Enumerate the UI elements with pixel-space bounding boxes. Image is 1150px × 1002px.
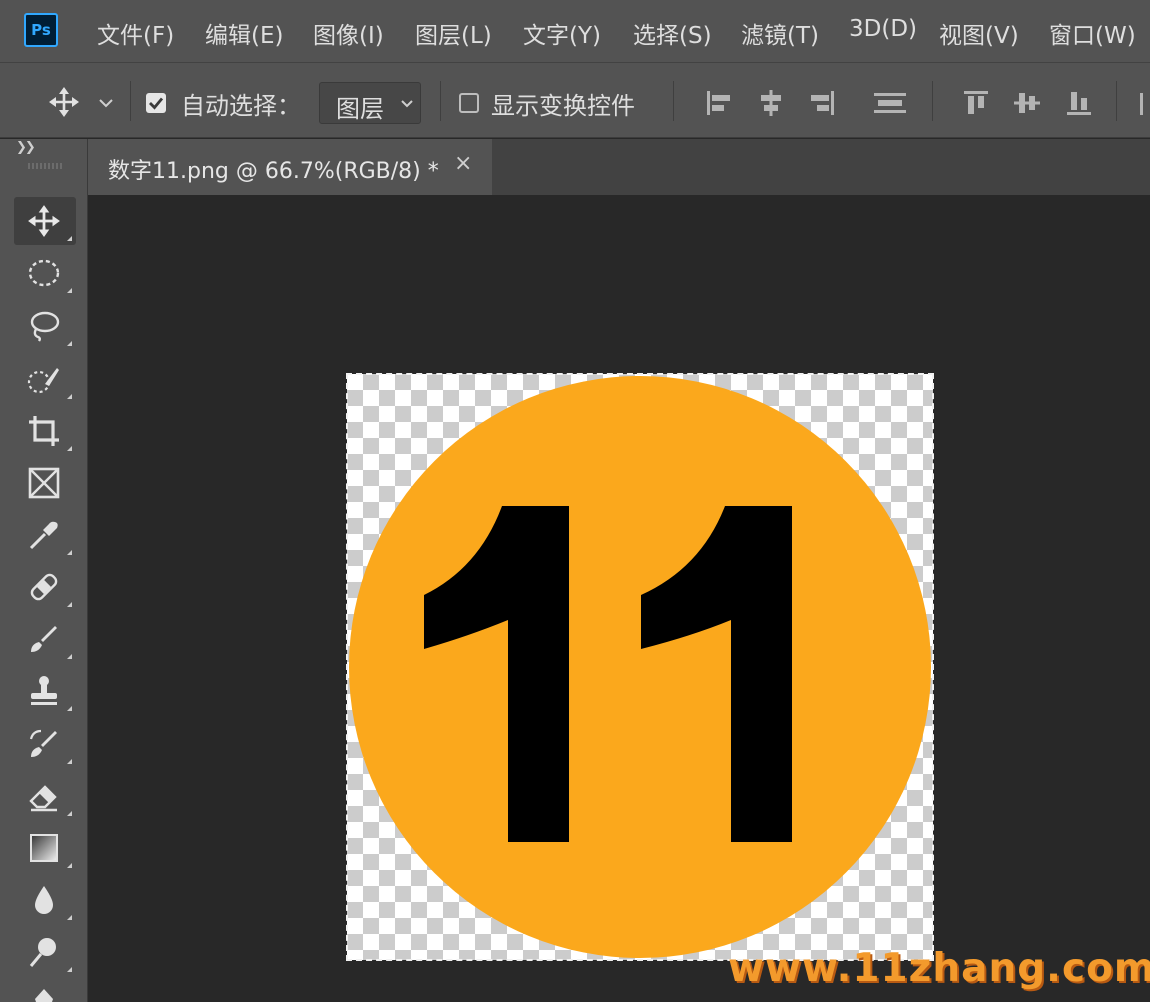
pen-icon (35, 989, 53, 1002)
divider (673, 81, 674, 121)
crop-tool[interactable] (14, 407, 76, 455)
divider (1116, 81, 1117, 121)
quick-selection-icon (27, 368, 59, 394)
auto-select-checkbox[interactable] (146, 93, 166, 113)
menu-select[interactable]: 选择(S) (633, 16, 712, 50)
auto-select-target-dropdown[interactable]: 图层 (319, 82, 421, 124)
number-eleven-graphic: 11 (424, 506, 792, 842)
tool-group-indicator (67, 759, 72, 764)
marquee-tool[interactable] (14, 249, 76, 297)
tools-panel: ❯❯ (0, 139, 88, 1002)
tool-group-indicator (67, 602, 72, 607)
menu-edit[interactable]: 编辑(E) (205, 16, 283, 50)
menu-view[interactable]: 视图(V) (939, 16, 1019, 50)
divider (932, 81, 933, 121)
document-tab[interactable]: 数字11.png @ 66.7%(RGB/8) * × (88, 139, 492, 195)
options-bar: 自动选择： 图层 显示变换控件 (0, 62, 1150, 138)
tool-group-indicator (67, 236, 72, 241)
align-right-icon[interactable] (808, 89, 836, 117)
tool-group-indicator (67, 863, 72, 868)
document-tab-title: 数字11.png @ 66.7%(RGB/8) * (108, 159, 439, 184)
pen-tool[interactable] (14, 980, 76, 1002)
eraser-tool[interactable] (14, 772, 76, 820)
distribute-icon[interactable] (873, 89, 907, 117)
transform-controls-checkbox[interactable] (459, 93, 479, 113)
stamp-icon (31, 676, 57, 705)
close-icon[interactable]: × (454, 151, 472, 176)
lasso-tool[interactable] (14, 302, 76, 350)
eyedropper-tool[interactable] (14, 511, 76, 559)
eraser-icon (29, 785, 57, 812)
tool-group-indicator (67, 706, 72, 711)
clone-stamp-tool[interactable] (14, 667, 76, 715)
history-brush-icon (29, 729, 57, 757)
dropdown-value: 图层 (336, 95, 384, 123)
quick-selection-tool[interactable] (14, 355, 76, 403)
align-horizontal-center-icon[interactable] (757, 89, 785, 117)
menu-bar: Ps 文件(F) 编辑(E) 图像(I) 图层(L) 文字(Y) 选择(S) 滤… (0, 0, 1150, 62)
tool-group-indicator (67, 654, 72, 659)
gradient-tool[interactable] (14, 824, 76, 872)
align-bottom-icon[interactable] (1065, 89, 1093, 117)
dodge-icon (29, 938, 56, 967)
align-vertical-center-icon[interactable] (1013, 89, 1041, 117)
tool-group-indicator (67, 915, 72, 920)
dodge-tool[interactable] (14, 928, 76, 976)
align-left-icon[interactable] (705, 89, 733, 117)
divider (130, 81, 131, 121)
move-tool[interactable] (14, 197, 76, 245)
healing-brush-tool[interactable] (14, 563, 76, 611)
tool-group-indicator (67, 341, 72, 346)
tool-group-indicator (67, 967, 72, 972)
history-brush-tool[interactable] (14, 720, 76, 768)
watermark-text: www.11zhang.com (728, 946, 1150, 991)
brush-icon (31, 626, 57, 652)
tool-group-indicator (67, 288, 72, 293)
align-top-icon[interactable] (962, 89, 990, 117)
menu-window[interactable]: 窗口(W) (1049, 16, 1136, 50)
collapse-panel-icon[interactable]: ❯❯ (16, 140, 36, 155)
lasso-icon (30, 311, 60, 342)
tool-group-indicator (67, 811, 72, 816)
tool-group-indicator (67, 446, 72, 451)
digit-one-left (424, 506, 569, 842)
frame-tool[interactable] (14, 459, 76, 507)
move-icon (28, 205, 60, 237)
chevron-down-icon (401, 100, 413, 108)
brush-tool[interactable] (14, 615, 76, 663)
document-canvas[interactable]: 11 (346, 373, 934, 961)
chevron-down-icon[interactable] (98, 98, 114, 108)
tool-group-indicator (67, 550, 72, 555)
menu-layer[interactable]: 图层(L) (415, 16, 492, 50)
blur-tool[interactable] (14, 876, 76, 924)
align-more-icon[interactable] (1138, 89, 1150, 117)
divider (440, 81, 441, 121)
crop-icon (29, 416, 59, 446)
eyedropper-icon (29, 521, 58, 550)
menu-filter[interactable]: 滤镜(T) (741, 16, 819, 50)
photoshop-logo[interactable]: Ps (24, 13, 58, 47)
elliptical-marquee-icon (28, 259, 60, 287)
auto-select-label: 自动选择： (181, 92, 301, 120)
digit-one-right (641, 506, 792, 842)
menu-type[interactable]: 文字(Y) (523, 16, 601, 50)
frame-icon (28, 467, 60, 499)
bandage-icon (30, 573, 58, 601)
tool-group-indicator (67, 394, 72, 399)
menu-image[interactable]: 图像(I) (313, 16, 384, 50)
menu-3d[interactable]: 3D(D) (849, 16, 917, 42)
menu-file[interactable]: 文件(F) (97, 16, 174, 50)
checkmark-icon (149, 97, 164, 110)
move-icon[interactable] (48, 86, 80, 118)
transform-controls-label: 显示变换控件 (491, 92, 635, 120)
document-tab-bar: 数字11.png @ 66.7%(RGB/8) * × (88, 139, 1150, 195)
gradient-icon (30, 834, 58, 862)
panel-grip[interactable] (28, 163, 64, 169)
drop-icon (35, 886, 53, 914)
